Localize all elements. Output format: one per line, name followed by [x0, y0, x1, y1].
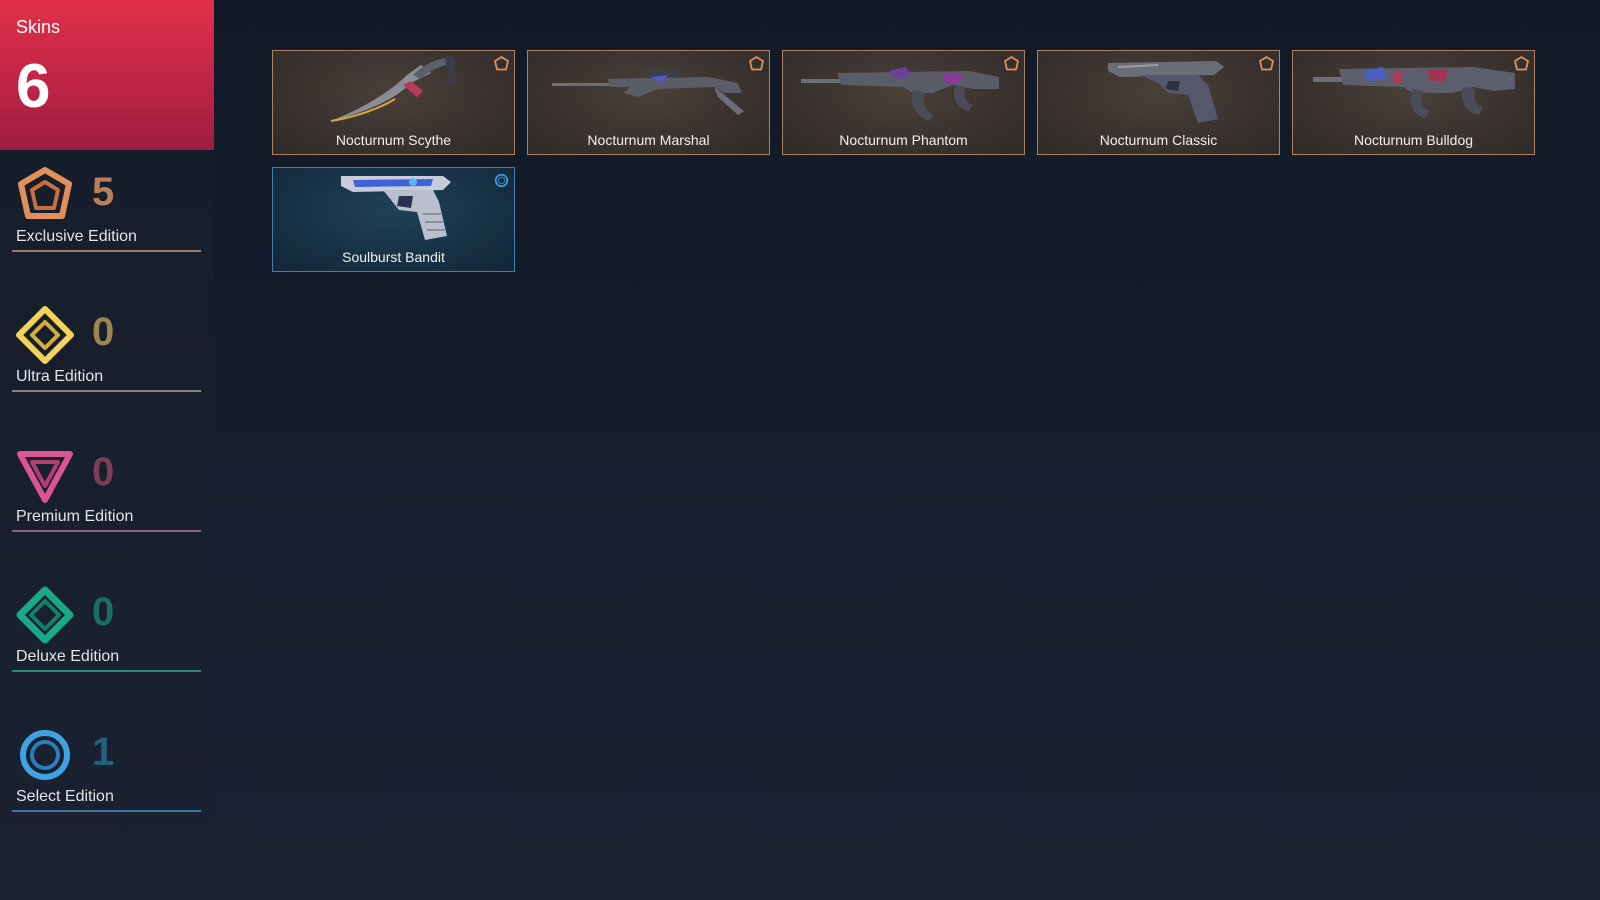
- skins-label: Skins: [16, 17, 61, 37]
- tier-label: Exclusive Edition: [16, 228, 137, 245]
- assault-rifle-icon: [793, 53, 1014, 129]
- skin-name: Nocturnum Scythe: [335, 132, 452, 148]
- tier-exclusive[interactable]: 5 Exclusive Edition: [12, 160, 201, 255]
- tier-label: Select Edition: [16, 788, 114, 805]
- select-edition-icon: [494, 173, 509, 188]
- sidebar: Skins 6 5 Exclusive Edition 0 Ultra Edit…: [0, 0, 214, 900]
- tier-count: 0: [92, 310, 115, 354]
- rifle-icon: [1303, 53, 1524, 129]
- tier-label: Deluxe Edition: [16, 648, 120, 665]
- pistol-icon: [1048, 53, 1269, 129]
- tier-count: 5: [92, 170, 115, 214]
- tier-label: Premium Edition: [16, 508, 134, 525]
- tier-divider: [12, 250, 201, 252]
- exclusive-edition-icon: [16, 166, 74, 224]
- tier-count: 1: [92, 730, 115, 774]
- deluxe-edition-icon: [16, 586, 74, 644]
- exclusive-edition-icon: [494, 56, 509, 71]
- tier-select[interactable]: 1 Select Edition: [12, 720, 201, 815]
- skin-name: Nocturnum Classic: [1099, 132, 1218, 148]
- exclusive-edition-icon: [1259, 56, 1274, 71]
- select-edition-icon: [16, 726, 74, 784]
- exclusive-edition-icon: [749, 56, 764, 71]
- tier-count: 0: [92, 450, 115, 494]
- skins-total-panel: Skins 6: [0, 0, 214, 150]
- skin-card[interactable]: Nocturnum Phantom: [782, 50, 1025, 155]
- sniper-rifle-icon: [538, 53, 759, 129]
- skin-name: Nocturnum Bulldog: [1353, 132, 1474, 148]
- tier-divider: [12, 390, 201, 392]
- app-window: Skins 6 5 Exclusive Edition 0 Ultra Edit…: [0, 0, 1600, 900]
- tier-ultra[interactable]: 0 Ultra Edition: [12, 300, 201, 395]
- tier-label: Ultra Edition: [16, 368, 104, 385]
- skin-card[interactable]: Nocturnum Bulldog: [1292, 50, 1535, 155]
- exclusive-edition-icon: [1514, 56, 1529, 71]
- tier-premium[interactable]: 0 Premium Edition: [12, 440, 201, 535]
- skins-count: 6: [16, 52, 51, 121]
- exclusive-edition-icon: [1004, 56, 1019, 71]
- tier-divider: [12, 670, 201, 672]
- skin-name: Soulburst Bandit: [342, 249, 445, 265]
- skin-card[interactable]: Nocturnum Scythe: [272, 50, 515, 155]
- ultra-edition-icon: [16, 306, 74, 364]
- skin-card[interactable]: Soulburst Bandit: [272, 167, 515, 272]
- tier-divider: [12, 530, 201, 532]
- tier-deluxe[interactable]: 0 Deluxe Edition: [12, 580, 201, 675]
- knife-icon: [283, 53, 504, 129]
- skin-name: Nocturnum Phantom: [839, 132, 968, 148]
- pistol-icon: [283, 170, 504, 246]
- tier-count: 0: [92, 590, 115, 634]
- skin-card[interactable]: Nocturnum Classic: [1037, 50, 1280, 155]
- skin-name: Nocturnum Marshal: [587, 132, 710, 148]
- premium-edition-icon: [16, 446, 74, 504]
- skin-card[interactable]: Nocturnum Marshal: [527, 50, 770, 155]
- tier-divider: [12, 810, 201, 812]
